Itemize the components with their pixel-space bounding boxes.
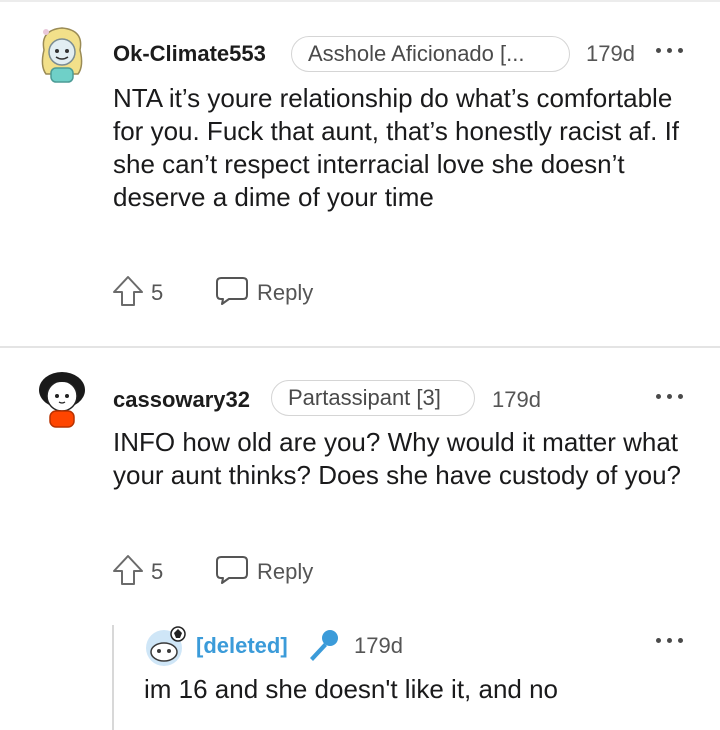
microphone-icon <box>310 630 338 661</box>
comment-timestamp: 179d <box>492 387 541 412</box>
reply-button[interactable]: Reply <box>257 280 313 306</box>
top-divider <box>0 0 720 2</box>
reply-body: im 16 and she doesn't like it, and no <box>144 674 559 704</box>
reply-timestamp: 179d <box>354 633 403 658</box>
more-options-icon[interactable] <box>656 386 686 406</box>
reply-bubble-icon[interactable] <box>215 555 249 585</box>
comment-username[interactable]: Ok-Climate553 <box>113 41 266 67</box>
thread-line[interactable] <box>112 625 114 730</box>
vote-count: 5 <box>151 559 164 584</box>
reply-button[interactable]: Reply <box>257 559 313 585</box>
comment-timestamp: 179d <box>586 41 635 66</box>
more-options-icon[interactable] <box>656 630 686 650</box>
comment-divider <box>0 346 720 348</box>
deleted-user-avatar <box>146 626 186 666</box>
comment-body: INFO how old are you? Why would it matte… <box>113 427 682 490</box>
deleted-username: [deleted] <box>196 633 288 658</box>
comment-body: NTA it’s youre relationship do what’s co… <box>113 83 680 212</box>
reply-bubble-icon[interactable] <box>215 276 249 306</box>
user-avatar[interactable] <box>34 22 90 86</box>
upvote-icon[interactable] <box>111 274 145 308</box>
user-avatar[interactable] <box>34 368 90 430</box>
upvote-icon[interactable] <box>111 553 145 587</box>
comment-username[interactable]: cassowary32 <box>113 387 250 413</box>
more-options-icon[interactable] <box>656 40 686 60</box>
user-flair: Partassipant [3] <box>271 380 475 416</box>
vote-count: 5 <box>151 280 164 305</box>
user-flair: Asshole Aficionado [... <box>291 36 570 72</box>
